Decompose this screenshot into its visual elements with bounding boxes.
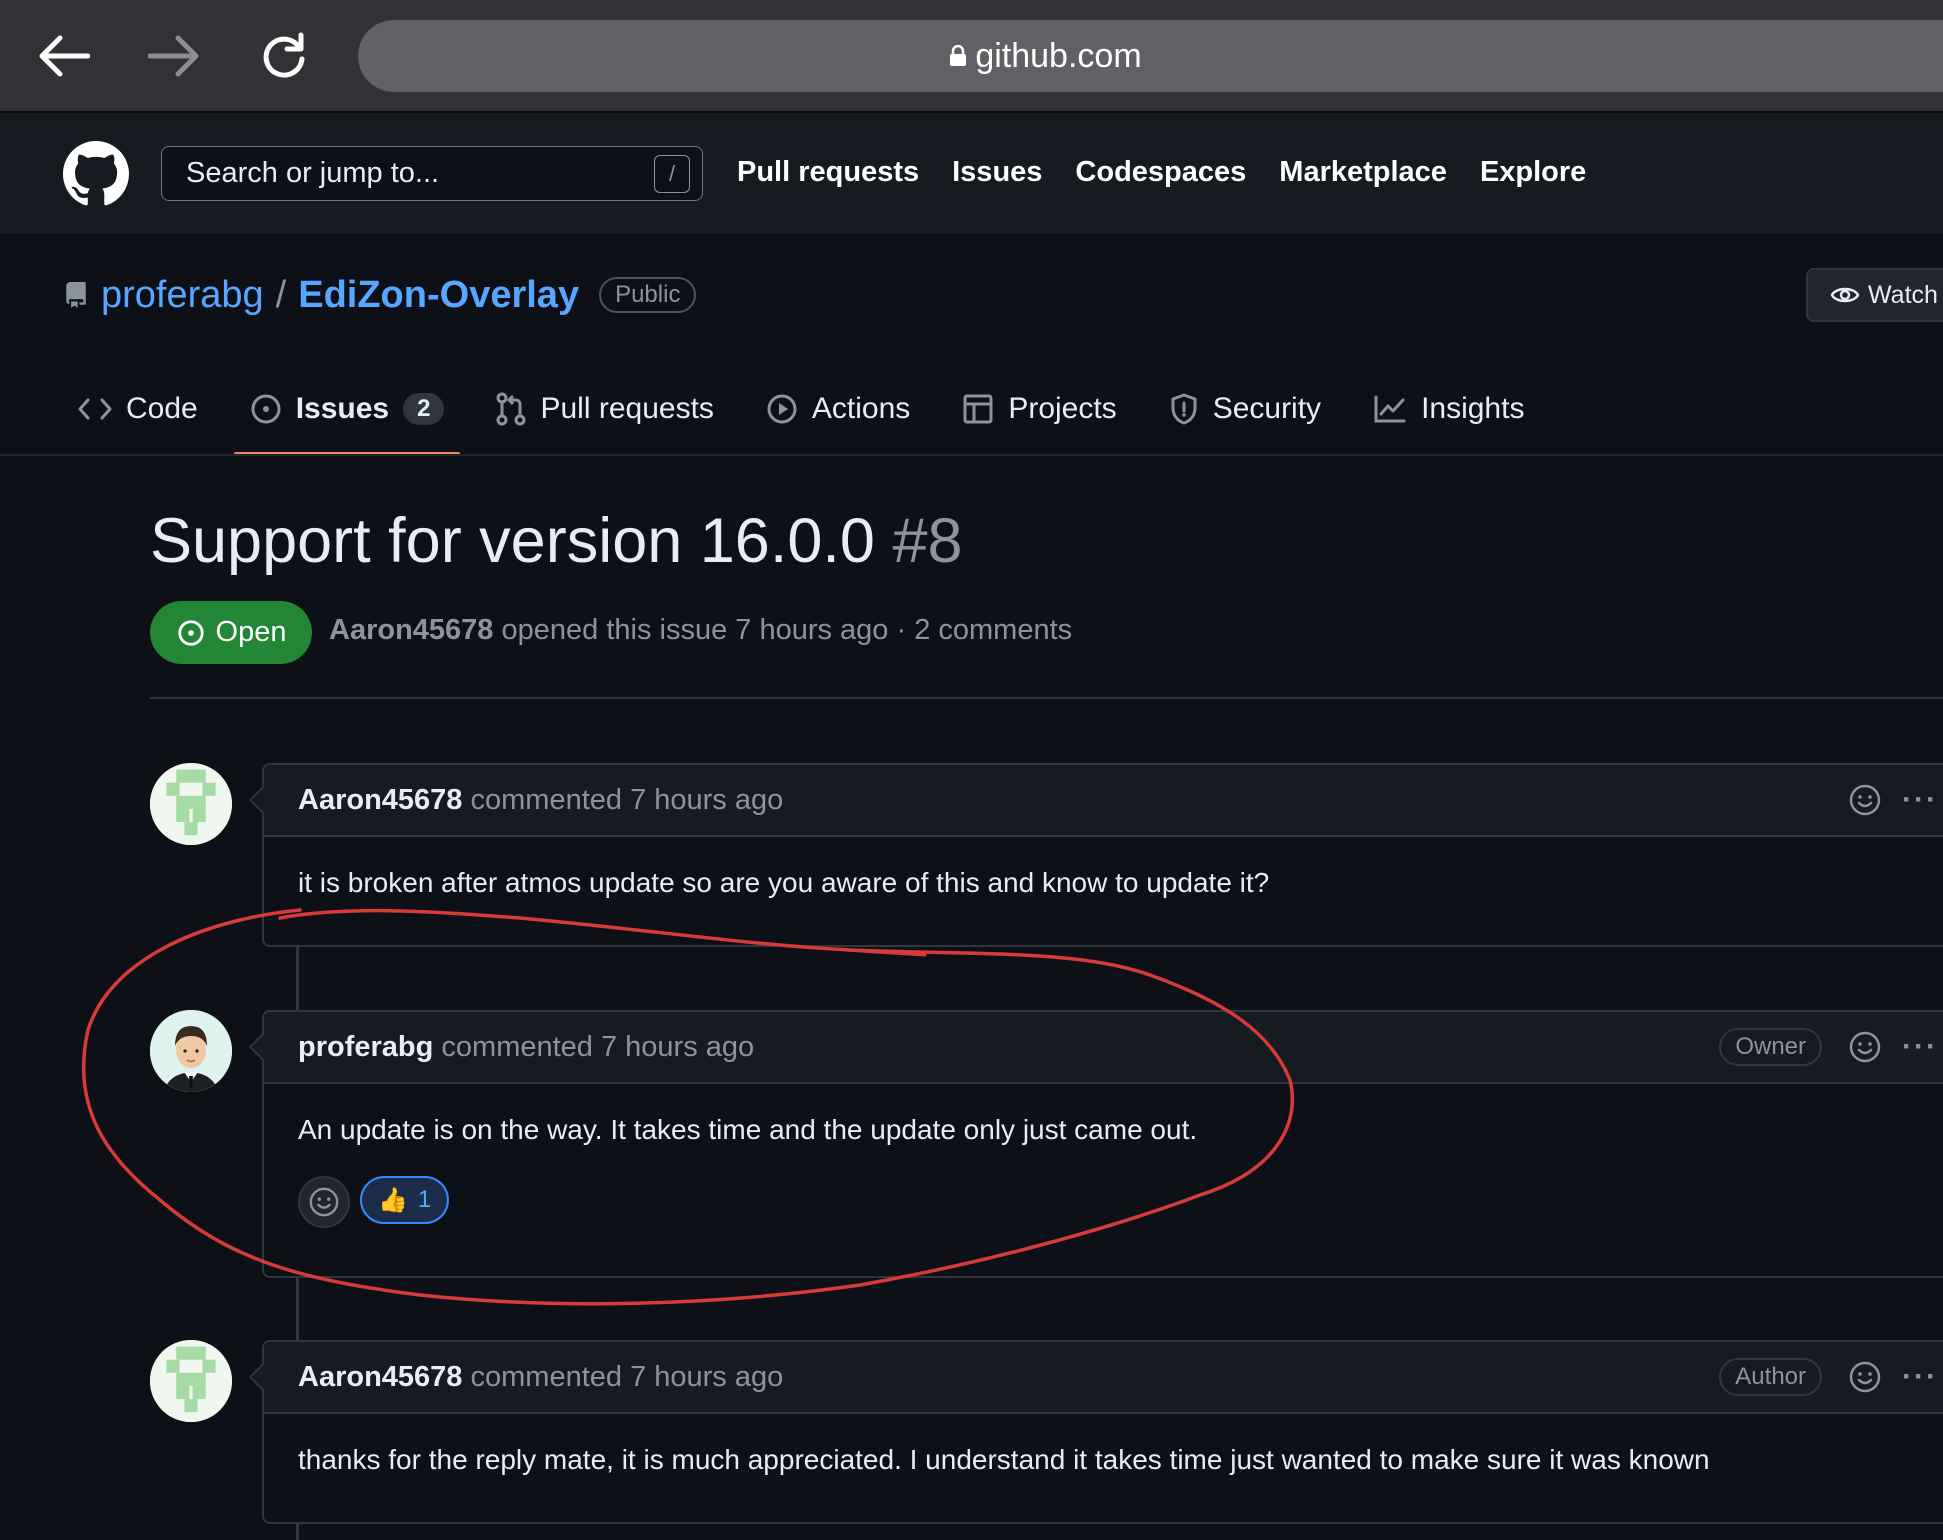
pull-request-icon xyxy=(496,392,526,426)
github-header: Search or jump to... / Pull requests Iss… xyxy=(0,111,1943,234)
issue-state-badge: Open xyxy=(150,601,312,664)
comment: Aaron45678 commented 7 hours ago Author … xyxy=(248,1340,1943,1524)
search-placeholder: Search or jump to... xyxy=(186,157,440,189)
forward-arrow-icon[interactable] xyxy=(144,26,204,86)
comment: proferabg commented 7 hours ago Owner ··… xyxy=(248,1010,1943,1278)
lock-icon xyxy=(950,45,967,66)
tab-label: Insights xyxy=(1421,392,1525,425)
owner-badge: Owner xyxy=(1719,1028,1823,1066)
avatar[interactable] xyxy=(150,1010,232,1092)
tab-insights[interactable]: Insights xyxy=(1373,378,1524,440)
browser-toolbar: github.com xyxy=(0,0,1943,111)
comment-timestamp[interactable]: commented 7 hours ago xyxy=(441,1031,754,1063)
repo-separator: / xyxy=(275,273,287,316)
repo-icon xyxy=(66,282,86,308)
author-badge: Author xyxy=(1719,1358,1823,1396)
issue-title: Support for version 16.0.0 #8 xyxy=(150,505,963,577)
avatar[interactable] xyxy=(150,763,232,845)
reactions-bar: 👍 1 xyxy=(298,1176,1930,1228)
comment-timestamp[interactable]: commented 7 hours ago xyxy=(471,784,784,816)
issue-meta-text: opened this issue 7 hours ago · 2 commen… xyxy=(501,614,1073,646)
reaction-count: 1 xyxy=(417,1186,432,1213)
tab-label: Projects xyxy=(1008,392,1117,425)
comment-author[interactable]: proferabg xyxy=(298,1031,433,1063)
tab-security[interactable]: Security xyxy=(1169,378,1321,440)
tab-label: Pull requests xyxy=(540,392,714,425)
issue-open-icon xyxy=(177,619,204,646)
eye-icon xyxy=(1830,287,1860,303)
nav-explore[interactable]: Explore xyxy=(1480,156,1586,189)
comment-header: Aaron45678 commented 7 hours ago Author … xyxy=(264,1342,1943,1414)
repo-name-link[interactable]: EdiZon-Overlay xyxy=(298,274,579,317)
tab-actions[interactable]: Actions xyxy=(766,378,910,440)
table-icon xyxy=(963,394,993,424)
more-options-icon[interactable]: ··· xyxy=(1902,1030,1938,1064)
issue-divider xyxy=(150,697,1943,699)
tab-code[interactable]: Code xyxy=(78,378,198,440)
shield-icon xyxy=(1171,393,1197,425)
tab-projects[interactable]: Projects xyxy=(962,378,1117,440)
thumbs-up-icon: 👍 xyxy=(378,1186,408,1214)
play-icon xyxy=(767,394,797,424)
repo-owner-link[interactable]: proferabg xyxy=(101,274,264,317)
visibility-badge: Public xyxy=(599,277,697,313)
comment-author[interactable]: Aaron45678 xyxy=(298,1361,462,1393)
header-nav: Pull requests Issues Codespaces Marketpl… xyxy=(737,146,1586,199)
smiley-icon[interactable] xyxy=(1848,1360,1882,1394)
more-options-icon[interactable]: ··· xyxy=(1902,783,1938,817)
nav-marketplace[interactable]: Marketplace xyxy=(1279,156,1447,189)
watch-button[interactable]: Watch xyxy=(1806,268,1943,322)
comment-header: Aaron45678 commented 7 hours ago ··· xyxy=(264,765,1943,837)
address-bar[interactable]: github.com xyxy=(358,20,1943,92)
tab-pull-requests[interactable]: Pull requests xyxy=(496,378,714,440)
issue-author-link[interactable]: Aaron45678 xyxy=(329,614,493,646)
avatar[interactable] xyxy=(150,1340,232,1422)
nav-issues[interactable]: Issues xyxy=(952,156,1042,189)
tabs-divider xyxy=(0,454,1943,456)
tab-label: Actions xyxy=(811,392,911,425)
watch-label: Watch xyxy=(1868,280,1938,309)
smiley-icon xyxy=(309,1187,339,1217)
issue-state-label: Open xyxy=(215,616,287,648)
comment-body: it is broken after atmos update so are y… xyxy=(298,867,1270,898)
tab-label: Security xyxy=(1212,392,1322,425)
issue-meta: Aaron45678 opened this issue 7 hours ago… xyxy=(329,614,1072,647)
comment-body-wrap: An update is on the way. It takes time a… xyxy=(264,1084,1943,1258)
tab-label: Code xyxy=(126,392,198,425)
comment: Aaron45678 commented 7 hours ago ··· it … xyxy=(248,763,1943,947)
comment-header: proferabg commented 7 hours ago Owner ··… xyxy=(264,1012,1943,1084)
issue-number: #8 xyxy=(892,506,963,576)
graph-icon xyxy=(1374,395,1406,423)
nav-pull-requests[interactable]: Pull requests xyxy=(737,156,919,189)
search-shortcut-key: / xyxy=(654,155,690,193)
add-reaction-button[interactable] xyxy=(298,1176,350,1228)
comment-body: thanks for the reply mate, it is much ap… xyxy=(298,1444,1710,1475)
comment-author[interactable]: Aaron45678 xyxy=(298,784,462,816)
comment-body: An update is on the way. It takes time a… xyxy=(298,1114,1198,1145)
issue-title-text: Support for version 16.0.0 xyxy=(150,506,875,576)
more-options-icon[interactable]: ··· xyxy=(1902,1360,1938,1394)
url-text: github.com xyxy=(975,36,1142,75)
search-input[interactable]: Search or jump to... / xyxy=(161,146,703,201)
issue-count-badge: 2 xyxy=(403,393,445,425)
smiley-icon[interactable] xyxy=(1848,783,1882,817)
tab-issues[interactable]: Issues 2 xyxy=(233,378,461,456)
repo-tabs: Code Issues 2 Pull requests Actions Proj… xyxy=(78,378,1576,456)
reload-icon[interactable] xyxy=(254,26,314,86)
issue-icon xyxy=(251,394,281,424)
smiley-icon[interactable] xyxy=(1848,1030,1882,1064)
repo-title: proferabg / EdiZon-Overlay Public xyxy=(63,270,697,320)
github-logo-icon[interactable] xyxy=(63,141,129,207)
comment-timestamp[interactable]: commented 7 hours ago xyxy=(471,1361,784,1393)
nav-codespaces[interactable]: Codespaces xyxy=(1075,156,1246,189)
back-arrow-icon[interactable] xyxy=(34,26,94,86)
tab-label: Issues xyxy=(295,392,390,425)
thumbs-up-reaction[interactable]: 👍 1 xyxy=(360,1176,450,1224)
code-icon xyxy=(78,398,112,420)
